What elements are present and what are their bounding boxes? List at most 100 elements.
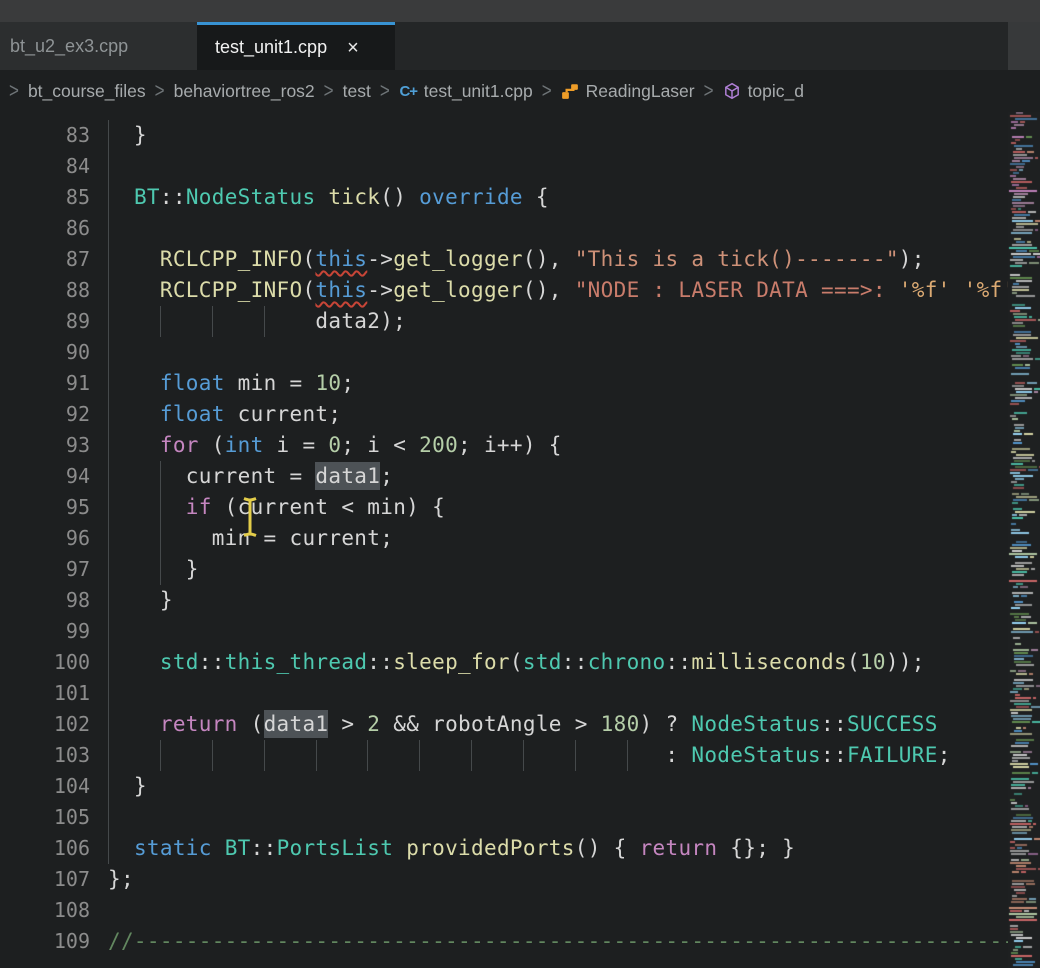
code-line[interactable]: 104 } bbox=[0, 771, 1008, 802]
breadcrumb-item-folder[interactable]: bt_course_files bbox=[28, 81, 146, 102]
code-token: override bbox=[419, 185, 523, 209]
chevron-right-icon: > bbox=[380, 79, 390, 104]
breadcrumb-item-folder[interactable]: behaviortree_ros2 bbox=[174, 81, 315, 102]
breadcrumb: > bt_course_files > behaviortree_ros2 > … bbox=[0, 70, 1040, 112]
breadcrumb-item-class[interactable]: ReadingLaser bbox=[586, 81, 695, 102]
code-token: this bbox=[315, 278, 367, 302]
code-token: ); bbox=[899, 247, 925, 271]
code-token: } bbox=[108, 123, 147, 147]
line-number: 93 bbox=[0, 430, 90, 461]
symbol-field-icon bbox=[723, 82, 742, 101]
tab-bt_u2_ex3[interactable]: bt_u2_ex3.cpp bbox=[0, 22, 197, 70]
editor-tab-bar: bt_u2_ex3.cpp test_unit1.cpp × bbox=[0, 22, 1040, 70]
code-line[interactable]: 99 bbox=[0, 616, 1008, 647]
minimap[interactable] bbox=[1008, 112, 1040, 968]
code-token: int bbox=[225, 433, 264, 457]
code-text: float current; bbox=[108, 399, 341, 430]
code-token: : bbox=[665, 743, 691, 767]
code-text: data2); bbox=[108, 306, 406, 337]
code-token: :: bbox=[665, 650, 691, 674]
code-token: () { bbox=[575, 836, 640, 860]
code-line[interactable]: 108 bbox=[0, 895, 1008, 926]
code-text: BT::NodeStatus tick() override { bbox=[108, 182, 549, 213]
code-token: '%f' bbox=[964, 278, 1008, 302]
close-icon[interactable]: × bbox=[343, 38, 363, 58]
code-text: return (data1 > 2 && robotAngle > 180) ?… bbox=[108, 709, 938, 740]
code-line[interactable]: 100 std::this_thread::sleep_for(std::chr… bbox=[0, 647, 1008, 678]
code-line[interactable]: 97 } bbox=[0, 554, 1008, 585]
code-token: FAILURE bbox=[847, 743, 938, 767]
code-token: 10 bbox=[315, 371, 341, 395]
code-token: -> bbox=[367, 247, 393, 271]
code-editor[interactable]: 83 }8485 BT::NodeStatus tick() override … bbox=[0, 112, 1008, 968]
code-line[interactable]: 89 data2); bbox=[0, 306, 1008, 337]
code-token: } bbox=[108, 588, 173, 612]
code-token: ; i < bbox=[341, 433, 419, 457]
code-token: '%f' bbox=[899, 278, 951, 302]
code-line[interactable]: 109//-----------------------------------… bbox=[0, 926, 1008, 957]
code-line[interactable]: 84 bbox=[0, 151, 1008, 182]
code-text: for (int i = 0; i < 200; i++) { bbox=[108, 430, 562, 461]
code-token bbox=[108, 836, 134, 860]
code-token: ) ? bbox=[640, 712, 692, 736]
code-text: } bbox=[108, 120, 147, 151]
code-token: min = bbox=[225, 371, 316, 395]
line-number: 94 bbox=[0, 461, 90, 492]
chevron-right-icon: > bbox=[542, 79, 552, 104]
line-number: 95 bbox=[0, 492, 90, 523]
tab-test_unit1[interactable]: test_unit1.cpp × bbox=[197, 22, 395, 70]
breadcrumb-item-symbol[interactable]: topic_d bbox=[748, 81, 804, 102]
line-number: 100 bbox=[0, 647, 90, 678]
code-line[interactable]: 94 current = data1; bbox=[0, 461, 1008, 492]
code-line[interactable]: 87 RCLCPP_INFO(this->get_logger(), "This… bbox=[0, 244, 1008, 275]
code-line[interactable]: 88 RCLCPP_INFO(this->get_logger(), "NODE… bbox=[0, 275, 1008, 306]
code-token: ; bbox=[380, 464, 393, 488]
code-token: ; i++) { bbox=[458, 433, 562, 457]
code-token: "NODE : LASER DATA ===>: bbox=[575, 278, 899, 302]
code-line[interactable]: 92 float current; bbox=[0, 399, 1008, 430]
code-token: i = bbox=[264, 433, 329, 457]
code-token: (), bbox=[523, 278, 575, 302]
code-token: static bbox=[134, 836, 212, 860]
code-token: } bbox=[108, 557, 199, 581]
indent-guide-icon bbox=[108, 616, 109, 647]
code-line[interactable]: 86 bbox=[0, 213, 1008, 244]
code-token: this bbox=[315, 247, 367, 271]
breadcrumb-item-folder[interactable]: test bbox=[343, 81, 371, 102]
line-number: 84 bbox=[0, 151, 90, 182]
code-token bbox=[108, 402, 160, 426]
code-line[interactable]: 106 static BT::PortsList providedPorts()… bbox=[0, 833, 1008, 864]
tab-label: bt_u2_ex3.cpp bbox=[10, 36, 128, 57]
code-line[interactable]: 93 for (int i = 0; i < 200; i++) { bbox=[0, 430, 1008, 461]
code-token bbox=[108, 371, 160, 395]
code-text: min = current; bbox=[108, 523, 393, 554]
code-token: :: bbox=[562, 650, 588, 674]
breadcrumb-item-file[interactable]: test_unit1.cpp bbox=[424, 81, 533, 102]
line-number: 103 bbox=[0, 740, 90, 771]
code-line[interactable]: 83 } bbox=[0, 120, 1008, 151]
code-line[interactable]: 102 return (data1 > 2 && robotAngle > 18… bbox=[0, 709, 1008, 740]
line-number: 98 bbox=[0, 585, 90, 616]
code-line[interactable]: 105 bbox=[0, 802, 1008, 833]
code-line[interactable]: 96 min = current; bbox=[0, 523, 1008, 554]
code-line[interactable]: 98 } bbox=[0, 585, 1008, 616]
line-number: 96 bbox=[0, 523, 90, 554]
code-line[interactable]: 101 bbox=[0, 678, 1008, 709]
code-line[interactable]: 107}; bbox=[0, 864, 1008, 895]
code-line[interactable]: 103 : NodeStatus::FAILURE; bbox=[0, 740, 1008, 771]
code-text: if (current < min) { bbox=[108, 492, 445, 523]
line-number: 105 bbox=[0, 802, 90, 833]
code-line[interactable]: 95 if (current < min) { bbox=[0, 492, 1008, 523]
line-number: 83 bbox=[0, 120, 90, 151]
code-token: data1 bbox=[315, 464, 380, 488]
code-line[interactable]: 91 float min = 10; bbox=[0, 368, 1008, 399]
code-token: 0 bbox=[328, 433, 341, 457]
code-token: NodeStatus bbox=[691, 743, 821, 767]
code-token: "This is a tick()-------" bbox=[575, 247, 899, 271]
code-line[interactable]: 85 BT::NodeStatus tick() override { bbox=[0, 182, 1008, 213]
code-line[interactable]: 90 bbox=[0, 337, 1008, 368]
code-token: :: bbox=[199, 650, 225, 674]
code-token: > bbox=[328, 712, 367, 736]
code-text: //--------------------------------------… bbox=[108, 926, 1008, 957]
code-token: } bbox=[108, 774, 147, 798]
